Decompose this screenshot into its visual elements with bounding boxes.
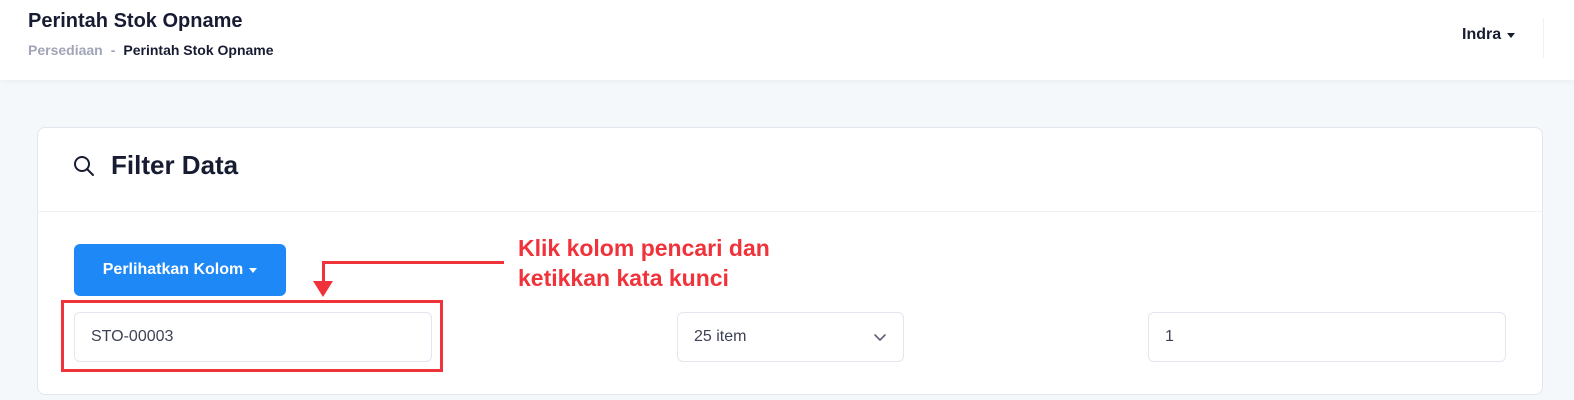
caret-down-icon [249,267,258,273]
show-columns-button[interactable]: Perlihatkan Kolom [74,244,286,296]
page-size-value: 25 item [694,328,747,345]
annotation-text: Klik kolom pencari dan ketikkan kata kun… [518,233,838,293]
annotation-line-1: Klik kolom pencari dan [518,235,770,261]
search-icon [74,156,94,176]
page-number-input[interactable] [1148,312,1506,362]
annotation-line-2: ketikkan kata kunci [518,265,729,291]
show-columns-label: Perlihatkan Kolom [102,261,244,278]
page-title: Perintah Stok Opname [28,10,243,32]
top-header: Perintah Stok Opname Persediaan - Perint… [0,0,1574,80]
user-name: Indra [1462,26,1502,43]
user-menu[interactable]: Indra [1462,26,1516,44]
breadcrumb: Persediaan - Perintah Stok Opname [28,42,274,58]
annotation-arrow-stem [322,261,325,283]
breadcrumb-current: Perintah Stok Opname [123,42,274,58]
caret-down-icon [1507,32,1516,38]
page-size-select[interactable]: 25 item [677,312,904,362]
annotation-arrow-line [322,261,504,264]
annotation-arrow-head-icon [313,281,333,297]
annotation-highlight-box [61,300,443,372]
filter-card-header: Filter Data [38,128,1542,212]
breadcrumb-parent[interactable]: Persediaan [28,42,103,58]
breadcrumb-separator: - [110,42,116,58]
header-divider [1543,18,1544,58]
filter-title: Filter Data [111,150,239,180]
chevron-down-icon [874,334,886,341]
